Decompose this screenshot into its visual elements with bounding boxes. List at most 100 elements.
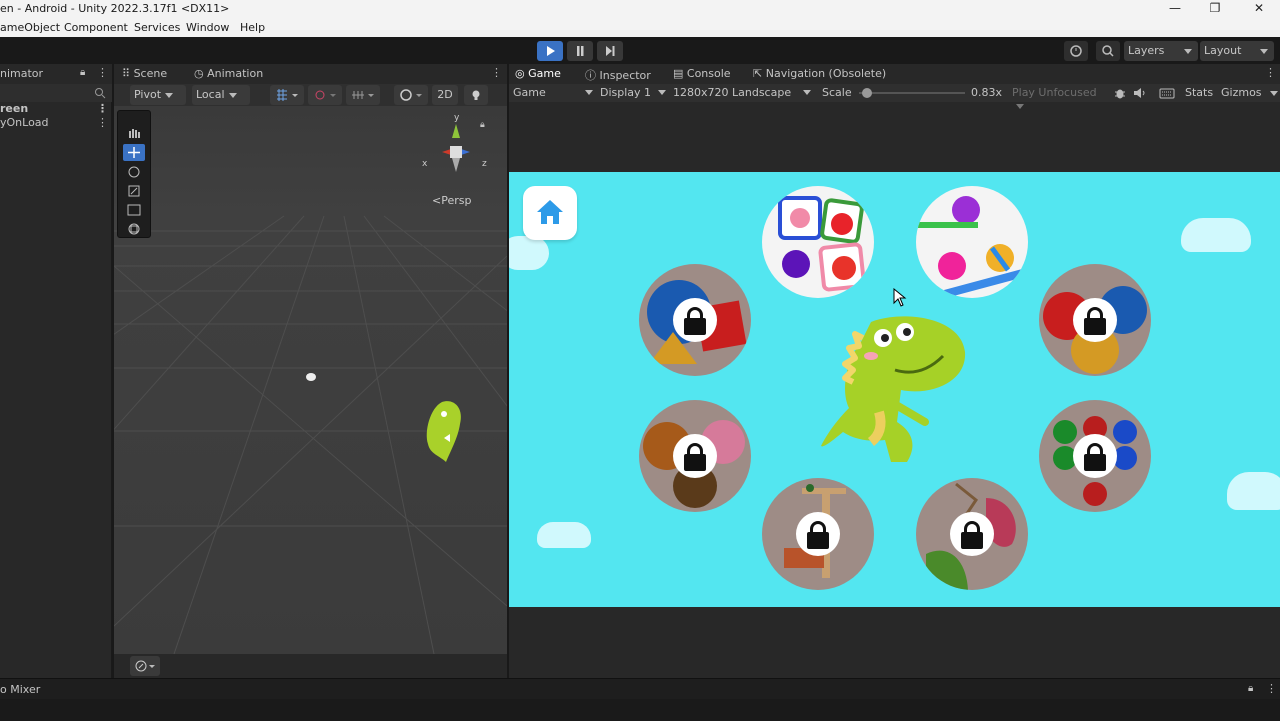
grid-icon <box>277 89 298 101</box>
window-title: en - Android - Unity 2022.3.17f1 <DX11> <box>0 2 230 15</box>
grid-snapping-button[interactable] <box>270 85 304 105</box>
hierarchy-item-label: reen <box>0 102 29 115</box>
scale-slider-handle[interactable] <box>861 88 872 98</box>
lightbulb-icon <box>472 90 480 100</box>
search-button[interactable] <box>1096 41 1120 61</box>
tab-scene[interactable]: ⠿ Scene <box>122 67 167 80</box>
mouse-cursor-icon <box>893 288 907 307</box>
tab-audio-mixer[interactable]: o Mixer <box>0 683 40 696</box>
scale-icon <box>128 185 140 197</box>
tab-console[interactable]: ▤ Console <box>673 67 731 80</box>
dino-sprite[interactable] <box>420 394 470 474</box>
snap-button[interactable] <box>308 85 342 105</box>
layout-dropdown[interactable]: Layout <box>1200 41 1274 61</box>
audio-mute-icon[interactable] <box>1132 86 1146 100</box>
scene-viewport[interactable]: y x z 🔒︎ <Persp <box>114 106 507 654</box>
play-button[interactable] <box>537 41 563 61</box>
shading-dropdown[interactable] <box>394 85 428 105</box>
mode-2d-toggle[interactable]: 2D <box>432 85 458 105</box>
scale-tool[interactable] <box>123 183 145 199</box>
local-dropdown[interactable]: Local <box>192 85 250 105</box>
display-dropdown[interactable]: Display 1 <box>600 86 666 99</box>
tab-game[interactable]: ◎ Game <box>515 67 561 80</box>
hierarchy-search[interactable] <box>0 84 112 102</box>
menu-services[interactable]: Services <box>134 21 180 34</box>
keyboard-icon[interactable] <box>1159 86 1175 100</box>
hierarchy-tabbar: nimator 🔒︎ ⋮ <box>0 64 112 84</box>
more-icon[interactable]: ⋮ <box>1266 682 1277 695</box>
scene-camera-button[interactable] <box>130 656 160 676</box>
more-icon[interactable]: ⋮ <box>491 66 502 79</box>
chevron-down-icon <box>228 92 237 98</box>
pivot-dropdown[interactable]: Pivot <box>130 85 186 105</box>
level-blocks-button[interactable] <box>762 478 874 590</box>
menu-gameobject[interactable]: ameObject <box>0 21 60 34</box>
pause-button[interactable] <box>567 41 593 61</box>
hand-icon <box>129 129 140 138</box>
transform-icon <box>128 223 140 235</box>
list-item[interactable]: yOnLoad ⋮ <box>0 116 112 130</box>
step-button[interactable] <box>597 41 623 61</box>
local-label: Local <box>196 88 225 101</box>
rect-tool[interactable] <box>123 202 145 218</box>
level-abacus-button[interactable] <box>1039 400 1151 512</box>
minimize-button[interactable]: — <box>1160 1 1190 15</box>
lighting-toggle[interactable] <box>464 85 488 105</box>
chevron-down-icon <box>658 90 666 95</box>
move-tool[interactable] <box>123 144 145 161</box>
level-cards-button[interactable] <box>762 186 874 298</box>
list-item[interactable]: reen ⋮ <box>0 102 112 116</box>
menu-help[interactable]: Help <box>240 21 265 34</box>
level-dino-puzzle-button[interactable] <box>916 478 1028 590</box>
chevron-down-icon <box>165 92 174 98</box>
scale-label: Scale <box>822 86 852 99</box>
cloud-decoration <box>537 522 591 548</box>
rotate-tool[interactable] <box>123 164 145 180</box>
tab-navigation[interactable]: ⇱ Navigation (Obsolete) <box>753 67 886 80</box>
game-view-dropdown[interactable]: Game <box>513 86 593 99</box>
more-icon[interactable]: ⋮ <box>97 116 108 129</box>
layout-label: Layout <box>1204 44 1242 57</box>
history-button[interactable] <box>1064 41 1088 61</box>
close-button[interactable]: ✕ <box>1244 1 1274 15</box>
more-icon[interactable]: ⋮ <box>97 66 108 79</box>
lock-icon <box>673 298 717 342</box>
tab-inspector[interactable]: ⓘ Inspector <box>585 67 651 83</box>
level-shapes-button[interactable] <box>639 264 751 376</box>
chevron-down-icon <box>1260 49 1268 54</box>
increment-snap-button[interactable] <box>346 85 380 105</box>
layers-dropdown[interactable]: Layers <box>1124 41 1198 61</box>
level-balls-button[interactable] <box>916 186 1028 298</box>
menu-window[interactable]: Window <box>186 21 229 34</box>
hand-tool[interactable] <box>123 125 145 141</box>
menu-component[interactable]: Component <box>64 21 128 34</box>
level-birds-button[interactable] <box>1039 264 1151 376</box>
lock-icon[interactable]: 🔒︎ <box>1248 683 1253 694</box>
game-tabbar: ◎ Game ⓘ Inspector ▤ Console ⇱ Navigatio… <box>509 64 1280 84</box>
restore-button[interactable]: ❐ <box>1200 1 1230 15</box>
cards-illustration <box>778 196 866 292</box>
perspective-label[interactable]: <Persp <box>432 194 471 207</box>
window-titlebar: en - Android - Unity 2022.3.17f1 <DX11> … <box>0 0 1280 18</box>
home-button[interactable] <box>523 186 577 240</box>
lock-icon <box>796 512 840 556</box>
game-view[interactable] <box>509 172 1280 607</box>
level-animals-button[interactable] <box>639 400 751 512</box>
tab-animator[interactable]: nimator <box>0 67 43 80</box>
lock-icon <box>1073 434 1117 478</box>
more-icon[interactable]: ⋮ <box>1265 66 1276 79</box>
resolution-dropdown[interactable]: 1280x720 Landscape <box>673 86 815 99</box>
scale-slider[interactable] <box>859 88 965 98</box>
play-focus-dropdown[interactable]: Play Unfocused <box>1012 86 1106 112</box>
gizmos-dropdown[interactable]: Gizmos <box>1221 86 1278 99</box>
bug-icon[interactable] <box>1113 86 1127 100</box>
stats-toggle[interactable]: Stats <box>1185 86 1213 99</box>
lock-icon[interactable]: 🔒︎ <box>480 120 485 130</box>
status-bar <box>0 699 1280 721</box>
tab-animation[interactable]: ◷ Animation <box>194 67 263 80</box>
more-icon[interactable]: ⋮ <box>97 102 108 115</box>
lock-icon[interactable]: 🔒︎ <box>80 67 85 78</box>
chevron-down-icon <box>1184 49 1192 54</box>
transform-tool[interactable] <box>123 221 145 237</box>
cloud-decoration <box>509 236 549 270</box>
